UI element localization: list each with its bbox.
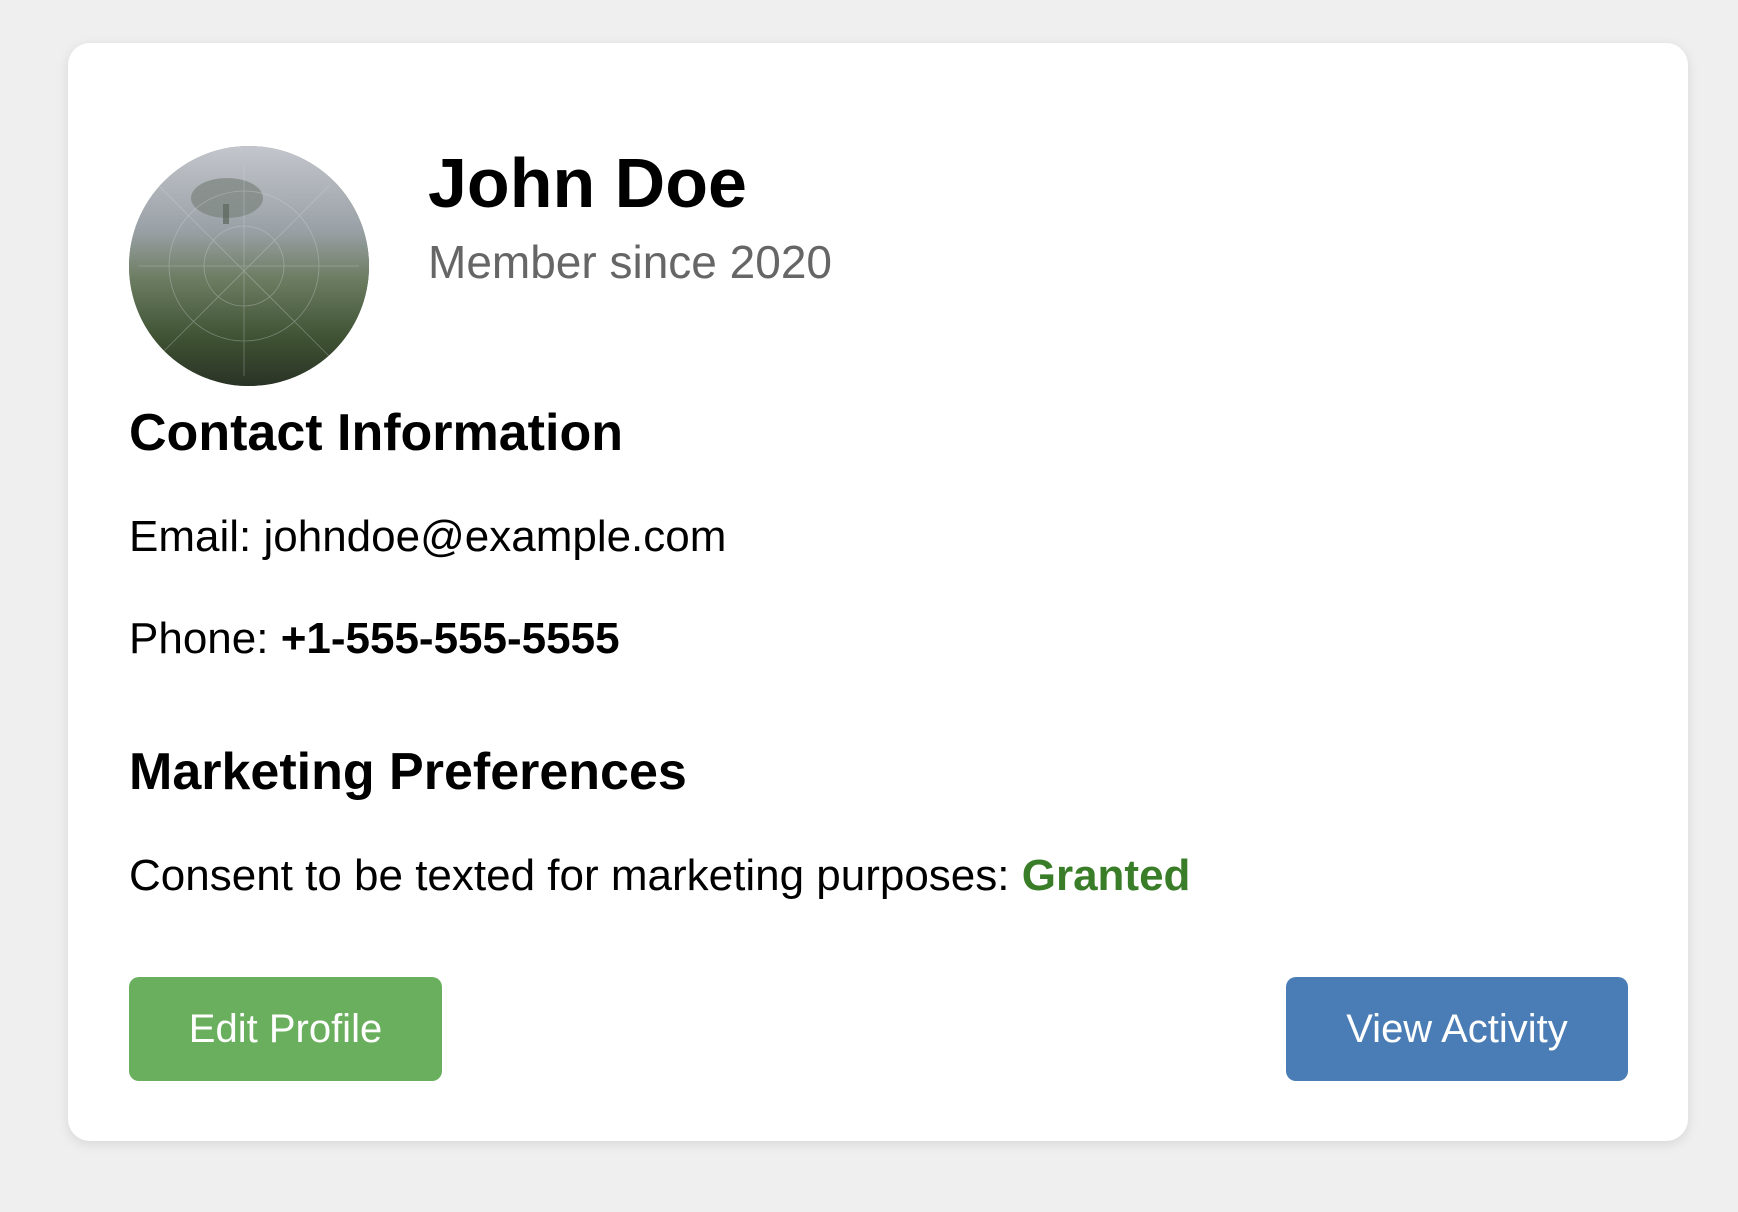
consent-status-badge: Granted — [1021, 851, 1191, 900]
email-value: johndoe@example.com — [263, 512, 727, 561]
phone-row: Phone: +1-555-555-5555 — [129, 610, 620, 667]
email-row: Email: johndoe@example.com — [129, 508, 726, 565]
profile-card: John Doe Member since 2020 Contact Infor… — [68, 43, 1688, 1141]
contact-section-heading: Contact Information — [129, 404, 623, 462]
edit-profile-button[interactable]: Edit Profile — [129, 977, 442, 1081]
profile-name: John Doe — [428, 144, 747, 222]
member-since-text: Member since 2020 — [428, 236, 832, 288]
consent-label: Consent to be texted for marketing purpo… — [129, 851, 1010, 900]
marketing-section-heading: Marketing Preferences — [129, 743, 687, 801]
view-activity-button[interactable]: View Activity — [1286, 977, 1628, 1081]
phone-label: Phone: — [129, 614, 269, 663]
email-label: Email: — [129, 512, 252, 561]
phone-value: +1-555-555-5555 — [280, 614, 620, 663]
avatar-photo — [129, 146, 369, 386]
avatar — [129, 146, 369, 386]
consent-row: Consent to be texted for marketing purpo… — [129, 847, 1190, 904]
